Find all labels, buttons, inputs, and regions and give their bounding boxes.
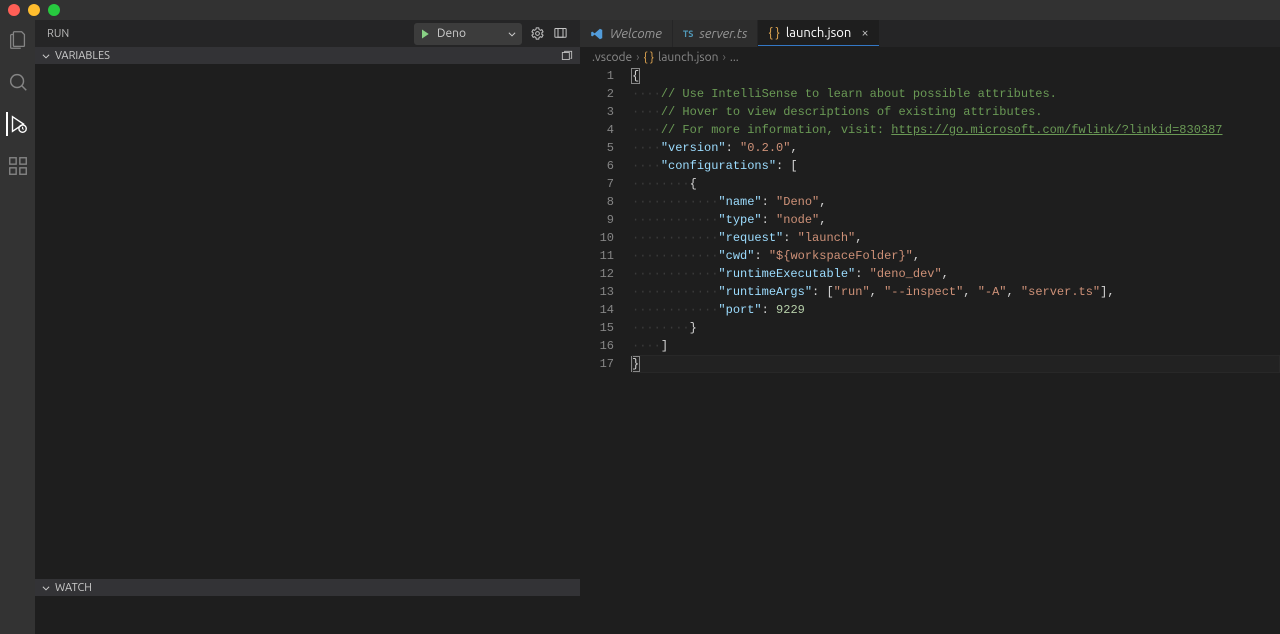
code-string: "run" <box>834 285 870 299</box>
code-string: "--inspect" <box>884 285 963 299</box>
watch-label: WATCH <box>55 582 92 594</box>
code-content[interactable]: { ····// Use IntelliSense to learn about… <box>632 67 1280 634</box>
code-comment: // For more information, visit: <box>661 123 891 137</box>
breadcrumb-separator: › <box>723 51 726 64</box>
variables-content <box>35 64 580 579</box>
code-editor[interactable]: 12345678 91011121314151617 { ····// Use … <box>580 67 1280 634</box>
variables-label: VARIABLES <box>55 50 110 62</box>
gear-icon[interactable] <box>530 26 545 41</box>
code-string: "node" <box>776 213 819 227</box>
code-comment: // Hover to view descriptions of existin… <box>661 105 1043 119</box>
vscode-icon <box>590 27 604 41</box>
watch-content <box>35 596 580 634</box>
activity-bar <box>0 20 35 634</box>
tab-label: Welcome <box>610 27 662 41</box>
breadcrumb-trail[interactable]: ... <box>730 51 739 64</box>
run-title: RUN <box>47 28 69 40</box>
code-string: "-A" <box>978 285 1007 299</box>
run-config-selector[interactable]: Deno <box>414 23 522 45</box>
chevron-down-icon <box>41 51 51 61</box>
code-key: "configurations" <box>661 159 776 173</box>
run-sidebar: RUN Deno <box>35 20 580 634</box>
chevron-down-icon <box>41 583 51 593</box>
tab-label: launch.json <box>786 26 851 40</box>
code-key: "runtimeArgs" <box>718 285 812 299</box>
breadcrumb-file[interactable]: launch.json <box>658 51 718 64</box>
extensions-icon[interactable] <box>6 154 30 178</box>
code-key: "request" <box>718 231 783 245</box>
start-debug-icon[interactable] <box>419 28 431 40</box>
code-string: "server.ts" <box>1021 285 1100 299</box>
editor-area: Welcome TS server.ts { } launch.json × .… <box>580 20 1280 634</box>
code-text: { <box>631 68 640 84</box>
collapse-icon[interactable] <box>560 49 574 63</box>
json-icon: { } <box>768 26 779 40</box>
minimize-window-button[interactable] <box>28 4 40 16</box>
editor-tabs: Welcome TS server.ts { } launch.json × <box>580 20 1280 47</box>
code-key: "runtimeExecutable" <box>718 267 855 281</box>
tab-launch[interactable]: { } launch.json × <box>758 20 879 47</box>
code-key: "port" <box>718 303 761 317</box>
code-string: "Deno" <box>776 195 819 209</box>
chevron-down-icon[interactable] <box>507 29 517 39</box>
watch-section-header[interactable]: WATCH <box>35 579 580 596</box>
breadcrumb-folder[interactable]: .vscode <box>592 51 632 64</box>
code-comment: // Use IntelliSense to learn about possi… <box>661 87 1057 101</box>
close-window-button[interactable] <box>8 4 20 16</box>
ts-icon: TS <box>683 29 694 39</box>
maximize-window-button[interactable] <box>48 4 60 16</box>
tab-server[interactable]: TS server.ts <box>673 20 759 47</box>
variables-section-header[interactable]: VARIABLES <box>35 47 580 64</box>
code-key: "type" <box>718 213 761 227</box>
debug-console-icon[interactable] <box>553 26 568 41</box>
code-string: "launch" <box>798 231 856 245</box>
code-string: "0.2.0" <box>740 141 790 155</box>
tab-welcome[interactable]: Welcome <box>580 20 673 47</box>
code-string: "${workspaceFolder}" <box>769 249 913 263</box>
close-tab-icon[interactable]: × <box>861 26 868 40</box>
code-link[interactable]: https://go.microsoft.com/fwlink/?linkid=… <box>891 123 1222 137</box>
code-string: "deno_dev" <box>870 267 942 281</box>
run-header: RUN Deno <box>35 20 580 47</box>
code-key: "version" <box>661 141 726 155</box>
breadcrumb[interactable]: .vscode › { } launch.json › ... <box>580 47 1280 67</box>
title-bar <box>0 0 1280 20</box>
run-config-name: Deno <box>437 27 501 40</box>
json-icon: { } <box>644 51 655 64</box>
run-debug-icon[interactable] <box>6 112 30 136</box>
line-numbers: 12345678 91011121314151617 <box>580 67 632 634</box>
search-icon[interactable] <box>6 70 30 94</box>
breadcrumb-separator: › <box>636 51 639 64</box>
code-key: "cwd" <box>718 249 754 263</box>
explorer-icon[interactable] <box>6 28 30 52</box>
tab-label: server.ts <box>699 27 747 41</box>
code-number: 9229 <box>776 303 805 317</box>
code-key: "name" <box>718 195 761 209</box>
